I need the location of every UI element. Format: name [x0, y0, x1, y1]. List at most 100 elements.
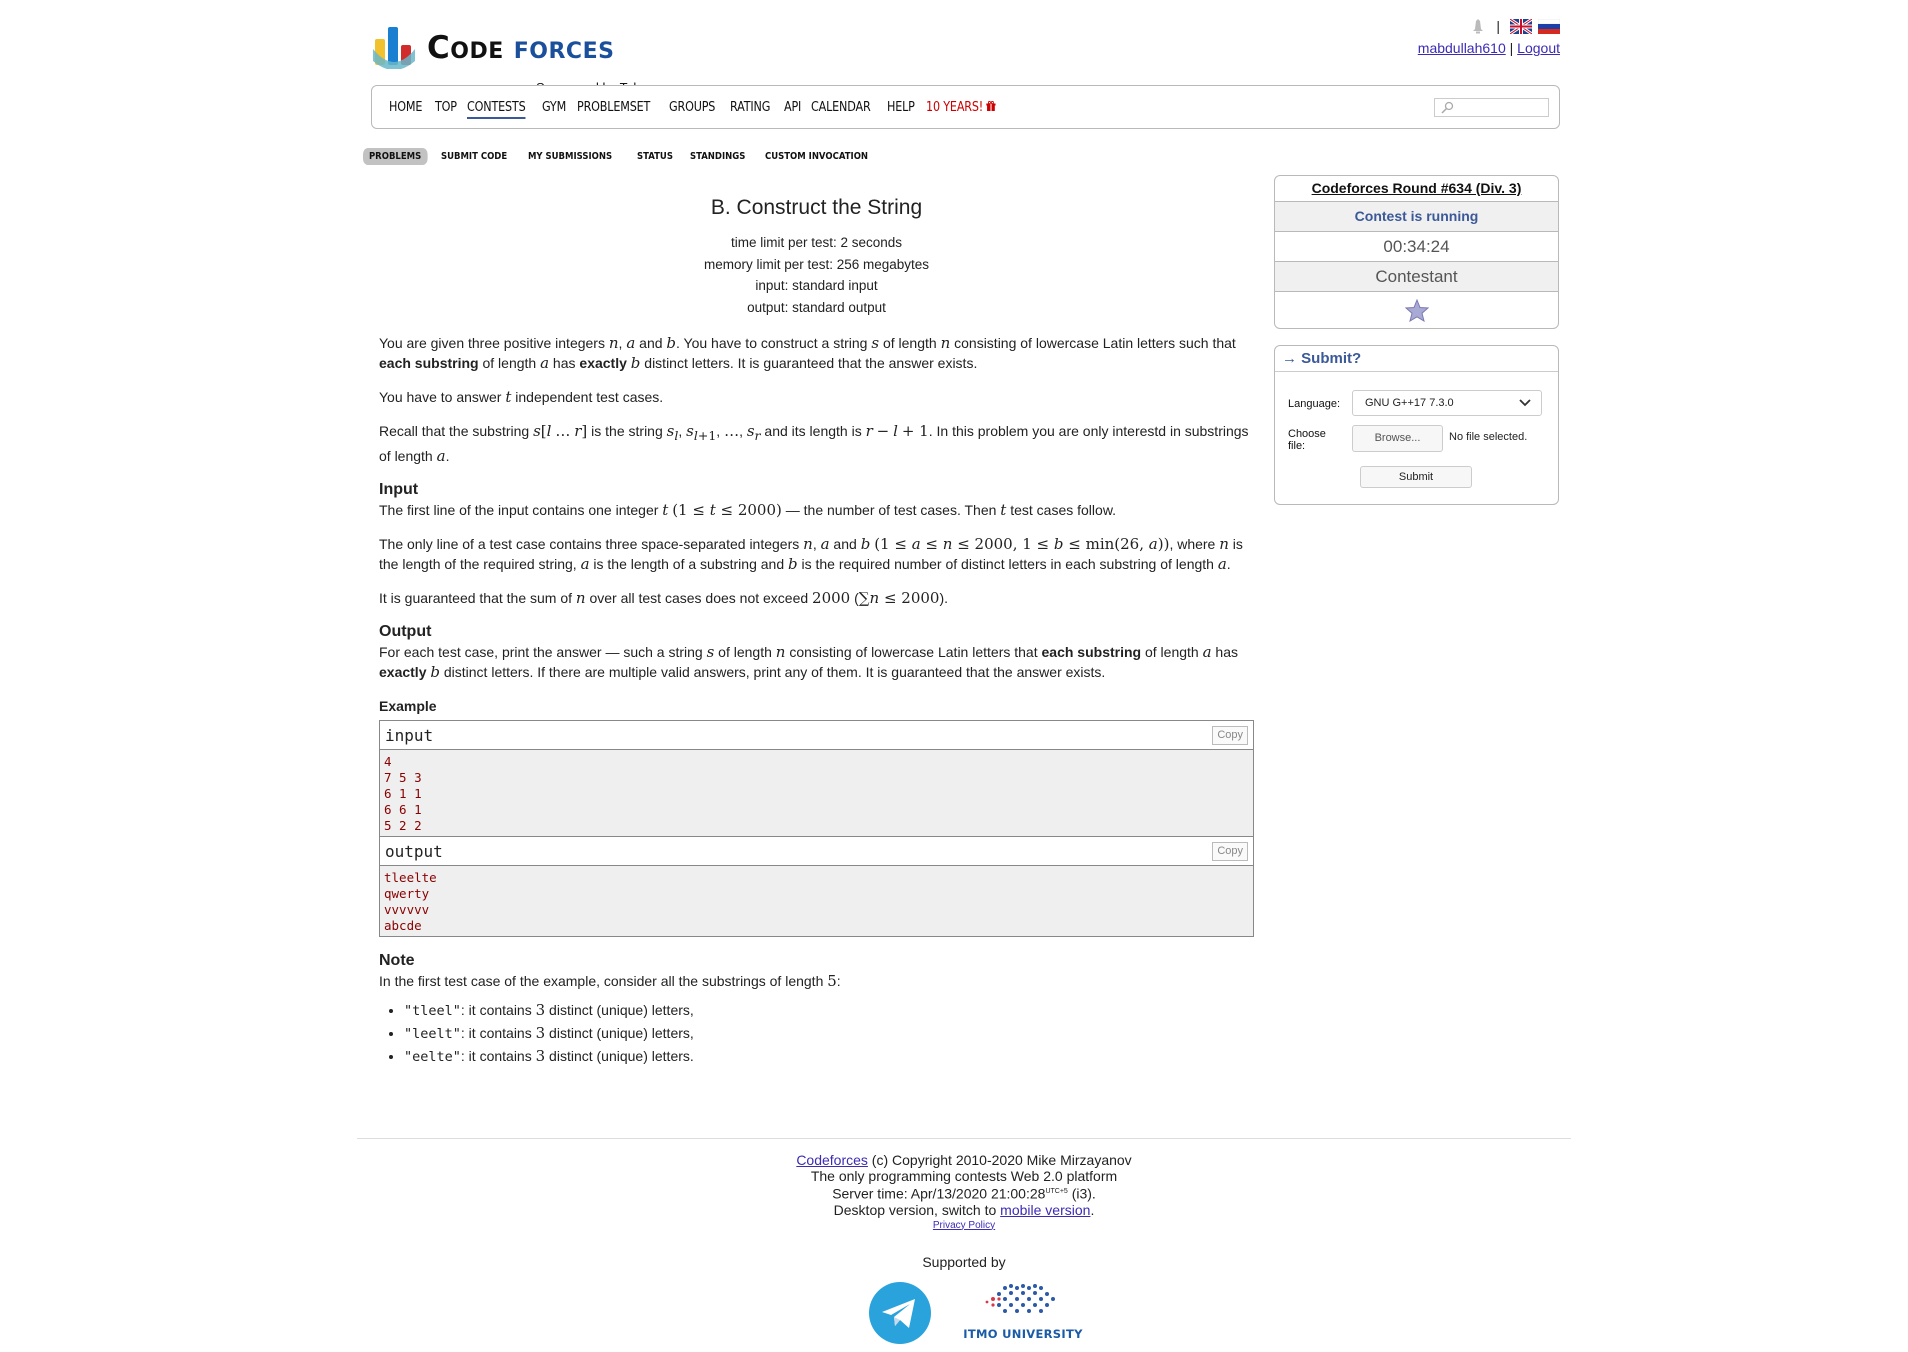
copy-input-button[interactable]: Copy — [1212, 726, 1248, 745]
note-item-tail: distinct (unique) letters. — [545, 1048, 694, 1064]
note-item-text: : it contains — [460, 1025, 536, 1041]
user-area: | mabdullah610 | Logout — [1418, 16, 1560, 56]
language-label: Language: — [1288, 398, 1340, 410]
legend-paragraph-1: You are given three positive integers n,… — [379, 334, 1236, 372]
username-link[interactable]: mabdullah610 — [1418, 40, 1506, 56]
logo-word-code: Code — [427, 30, 504, 66]
contest-submenu: PROBLEMS SUBMIT CODE MY SUBMISSIONS STAT… — [363, 148, 882, 165]
note-intro-text: In the first test case of the example, c… — [379, 973, 828, 989]
note-item: "tleel": it contains 3 distinct (unique)… — [404, 999, 1254, 1022]
mobile-version-link[interactable]: mobile version — [1000, 1202, 1090, 1218]
time-limit: time limit per test: 2 seconds — [730, 235, 903, 250]
legend-paragraph-3: Recall that the substring s[l … r] is th… — [379, 422, 1249, 465]
menu-home[interactable]: HOME — [389, 100, 422, 115]
submenu-my-submissions[interactable]: MY SUBMISSIONS — [522, 148, 618, 165]
input-paragraph-3: It is guaranteed that the sum of n over … — [379, 589, 949, 607]
sample-output-text[interactable]: tleelte qwerty vvvvvv abcde — [380, 866, 1253, 936]
language-value: GNU G++17 7.3.0 — [1365, 397, 1454, 409]
menu-calendar[interactable]: CALENDAR — [811, 100, 871, 115]
choose-file-label: Choose file: — [1288, 428, 1326, 452]
russian-flag-icon[interactable] — [1538, 18, 1560, 34]
language-select[interactable]: GNU G++17 7.3.0 — [1352, 390, 1542, 416]
note-item-count: 3 — [535, 1024, 546, 1042]
footer-copyright: (c) Copyright 2010-2020 Mike Mirzayanov — [867, 1152, 1132, 1168]
contest-name-row: Codeforces Round #634 (Div. 3) — [1275, 176, 1558, 201]
note-item-code: "eelte" — [404, 1049, 461, 1065]
note-item-code: "leelt" — [404, 1026, 461, 1042]
logo-word-forces: forces — [513, 30, 615, 66]
input-heading: Input — [379, 481, 419, 498]
menu-contests[interactable]: CONTESTS — [467, 100, 526, 119]
itmo-dots-icon — [985, 1284, 1055, 1313]
no-file-text: No file selected. — [1449, 431, 1528, 443]
sample-input-label: input — [385, 726, 434, 745]
menu-top[interactable]: TOP — [435, 100, 457, 115]
desktop-version-end: . — [1090, 1201, 1095, 1218]
input-file: input: standard input — [755, 278, 878, 293]
user-separator: | — [1509, 40, 1514, 56]
ten-years-label: 10 YEARS! — [926, 99, 984, 115]
menu-api[interactable]: API — [784, 100, 801, 115]
problem-title: B. Construct the String — [710, 196, 923, 219]
server-time: Server time: Apr/13/2020 21:00:28 — [832, 1185, 1046, 1202]
contest-timer: 00:34:24 — [1275, 231, 1558, 261]
footer-divider — [357, 1138, 1571, 1139]
sample-tests: input Copy 4 7 5 3 6 1 1 6 6 1 5 2 2 out… — [379, 720, 1254, 937]
submenu-custom-invocation[interactable]: CUSTOM INVOCATION — [759, 148, 874, 165]
legend-paragraph-2: You have to answer t independent test ca… — [379, 388, 664, 406]
note-intro-colon: : — [836, 973, 841, 989]
english-flag-icon[interactable] — [1510, 18, 1532, 34]
submenu-problems[interactable]: PROBLEMS — [363, 148, 428, 165]
submenu-status[interactable]: STATUS — [631, 148, 679, 165]
sample-input-header: input Copy — [380, 721, 1253, 750]
note-item: "eelte": it contains 3 distinct (unique)… — [404, 1045, 1254, 1068]
notification-bell-icon[interactable] — [1470, 18, 1486, 34]
star-icon[interactable] — [1404, 298, 1429, 322]
submit-button[interactable]: Submit — [1360, 466, 1472, 488]
logout-link[interactable]: Logout — [1517, 40, 1560, 56]
submenu-standings[interactable]: STANDINGS — [684, 148, 751, 165]
submenu-submit-code[interactable]: SUBMIT CODE — [435, 148, 513, 165]
footer-codeforces-link[interactable]: Codeforces — [796, 1152, 868, 1168]
contest-status: Contest is running — [1275, 201, 1558, 231]
participant-role: Contestant — [1275, 261, 1558, 291]
menu-problemset[interactable]: PROBLEMSET — [577, 100, 650, 115]
menu-ten-years[interactable]: 10 YEARS! — [926, 99, 997, 115]
privacy-policy-link[interactable]: Privacy Policy — [933, 1220, 995, 1231]
itmo-label: ITMO UNIVERSITY — [963, 1327, 1083, 1341]
menu-groups[interactable]: GROUPS — [669, 100, 715, 115]
note-heading: Note — [379, 952, 415, 969]
contest-info-box: Codeforces Round #634 (Div. 3) Contest i… — [1274, 175, 1559, 329]
server-instance: (i3). — [1067, 1185, 1096, 1202]
itmo-logo[interactable]: ITMO UNIVERSITY — [958, 1280, 1088, 1341]
sample-input-text[interactable]: 4 7 5 3 6 1 1 6 6 1 5 2 2 — [380, 750, 1253, 837]
output-paragraph: For each test case, print the answer — s… — [379, 643, 1239, 681]
icon-separator: | — [1496, 18, 1500, 34]
codeforces-logo[interactable]: Codeforces Sponsored by Telegram — [371, 22, 673, 95]
sample-output-header: output Copy — [380, 837, 1253, 866]
note-item-tail: distinct (unique) letters, — [545, 1025, 694, 1041]
desktop-version-text: Desktop version, switch to — [833, 1201, 1001, 1218]
footer-tagline: The only programming contests Web 2.0 pl… — [810, 1168, 1118, 1184]
menu-gym[interactable]: GYM — [542, 100, 566, 115]
note-item-count: 3 — [535, 1047, 546, 1065]
note-item-code: "tleel" — [404, 1003, 461, 1019]
supported-by-label: Supported by — [922, 1254, 1006, 1270]
note-intro: In the first test case of the example, c… — [379, 971, 1254, 991]
problem-limits: time limit per test: 2 seconds memory li… — [379, 232, 1254, 318]
copy-output-button[interactable]: Copy — [1212, 842, 1248, 861]
gift-icon — [986, 100, 997, 111]
example-heading: Example — [379, 698, 437, 714]
menu-rating[interactable]: RATING — [730, 100, 770, 115]
search-input[interactable] — [1434, 98, 1549, 117]
contest-name-link[interactable]: Codeforces Round #634 (Div. 3) — [1312, 180, 1522, 196]
note-item-tail: distinct (unique) letters, — [545, 1002, 694, 1018]
search-icon — [1441, 101, 1454, 114]
telegram-logo-icon[interactable] — [869, 1282, 931, 1344]
input-paragraph-2: The only line of a test case contains th… — [379, 535, 1243, 573]
memory-limit: memory limit per test: 256 megabytes — [703, 256, 930, 272]
main-menu: HOME TOP CONTESTS GYM PROBLEMSET GROUPS … — [371, 85, 1560, 129]
menu-help[interactable]: HELP — [887, 100, 915, 115]
browse-button[interactable]: Browse... — [1352, 425, 1443, 452]
logo-icon — [373, 27, 415, 69]
